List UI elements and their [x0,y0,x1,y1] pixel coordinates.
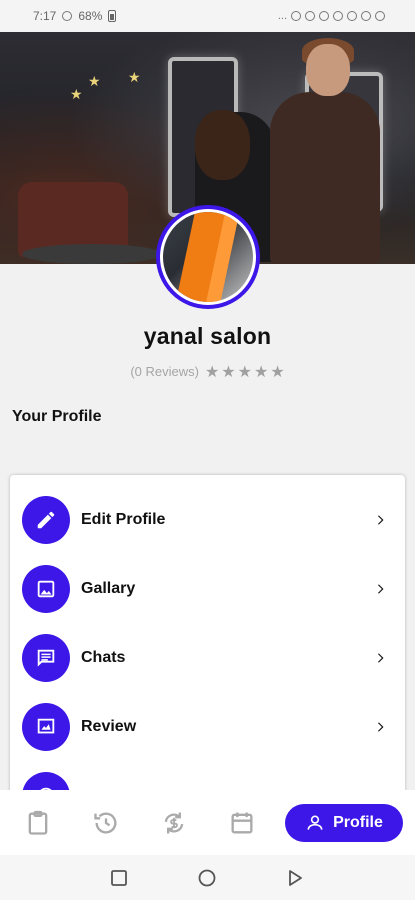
menu-item-review[interactable]: Review [10,697,405,757]
notification-icon [62,11,73,21]
chevron-right-icon [378,722,384,732]
avatar-image [163,212,253,302]
facebook-icon [319,11,329,21]
star-decoration-icon: ★ [88,74,101,90]
bluetooth-icon [333,11,343,21]
image-icon [22,565,70,613]
section-title: Your Profile [12,408,102,425]
chevron-right-icon [378,515,384,525]
star-icon: ★ [221,362,236,381]
system-nav-bar [0,855,415,900]
messenger-icon [347,11,357,21]
history-icon[interactable] [92,809,120,837]
status-right: ... [278,10,385,22]
sync-dollar-icon[interactable] [160,809,188,837]
wifi-icon [361,11,371,21]
menu-item-gallery[interactable]: Gallary [10,559,405,619]
pencil-icon [22,496,70,544]
menu-item-edit-profile[interactable]: Edit Profile [10,490,405,550]
status-bar: 7:17 68% ... [0,0,415,32]
salon-name: yanal salon [143,323,272,349]
star-icon: ★ [204,362,220,381]
home-icon[interactable] [197,868,217,888]
status-left: 7:17 68% [33,9,117,23]
stylist-head [306,44,350,96]
signal-icon [375,11,385,21]
star-decoration-icon: ★ [70,87,83,103]
reviews-row[interactable]: (0 Reviews) ★ ★ ★ ★ ★ [0,362,415,381]
star-icon: ★ [237,362,252,381]
nav-profile-button[interactable]: Profile [285,804,403,842]
menu-item-label: Edit Profile [81,511,166,528]
menu-item-chats[interactable]: Chats [10,628,405,688]
rating-stars: ★ ★ ★ ★ ★ [205,362,285,381]
stylist-figure [270,92,380,264]
more-notifications-icon: ... [277,10,287,22]
whatsapp-business-icon [305,11,315,21]
status-time: 7:17 [33,9,57,23]
star-decoration-icon: ★ [128,70,141,86]
person-icon [307,815,323,830]
chat-icon [22,634,70,682]
salon-chair-base [22,244,162,264]
client-hair [195,110,250,180]
profile-menu: Edit Profile Gallary Chats Review [10,475,405,805]
star-icon: ★ [253,362,269,381]
nav-profile-label: Profile [333,814,383,831]
bottom-nav: Profile [0,790,415,855]
menu-item-label: Gallary [81,580,136,597]
menu-item-label: Review [81,718,137,735]
whatsapp-icon [291,11,301,21]
calendar-icon[interactable] [228,809,256,837]
reviews-count: (0 Reviews) [130,364,199,379]
avatar[interactable] [156,205,260,309]
status-battery: 68% [78,9,103,23]
star-icon: ★ [270,362,285,381]
battery-icon [108,10,117,22]
recent-apps-icon[interactable] [109,868,129,888]
chevron-right-icon [378,653,384,663]
clipboard-icon[interactable] [24,809,52,837]
back-icon[interactable] [285,868,305,888]
chevron-right-icon [378,584,384,594]
menu-item-label: Chats [81,649,126,666]
review-icon [22,703,70,751]
